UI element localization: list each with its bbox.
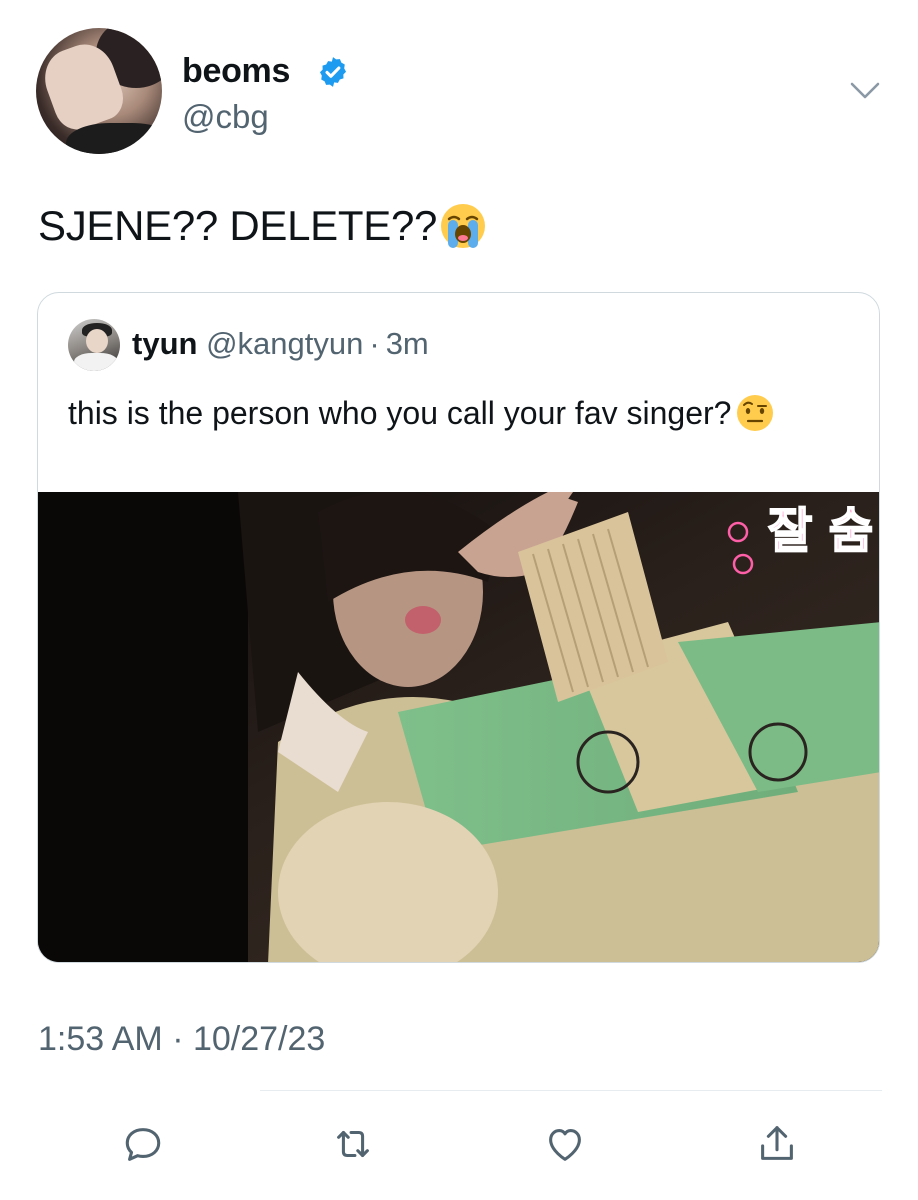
like-button[interactable] bbox=[542, 1121, 588, 1167]
quoted-author-avatar[interactable] bbox=[68, 319, 120, 371]
quoted-tweet-image[interactable]: 잘 숨 bbox=[38, 492, 880, 963]
retweet-button[interactable] bbox=[330, 1121, 376, 1167]
verified-badge-icon bbox=[319, 57, 347, 87]
separator-dot: · bbox=[369, 326, 380, 361]
reply-icon bbox=[125, 1128, 161, 1161]
reply-button[interactable] bbox=[120, 1121, 166, 1167]
loudly-crying-face-icon bbox=[441, 203, 486, 248]
avatar-face bbox=[86, 329, 108, 353]
tweet-text-content: SJENE?? DELETE?? bbox=[38, 202, 438, 249]
quoted-tweet-time: 3m bbox=[385, 326, 429, 361]
retweet-icon bbox=[337, 1130, 369, 1158]
quoted-tweet-card[interactable]: tyun @kangtyun · 3m this is the person who… bbox=[37, 292, 880, 963]
avatar-body bbox=[74, 353, 118, 371]
author-handle[interactable]: @cbg bbox=[182, 98, 269, 136]
quoted-tweet-header: tyun @kangtyun · 3m bbox=[132, 326, 429, 362]
quoted-tweet-text-content: this is the person who you call your fav… bbox=[68, 395, 732, 431]
divider bbox=[260, 1090, 882, 1091]
tweet-text: SJENE?? DELETE?? bbox=[38, 202, 487, 253]
image-overlay-text: 잘 숨 bbox=[768, 503, 873, 559]
quoted-author-handle[interactable]: @kangtyun bbox=[206, 326, 363, 361]
share-button[interactable] bbox=[754, 1121, 800, 1167]
raised-eyebrow-face-icon bbox=[737, 394, 774, 431]
author-name[interactable]: beoms bbox=[182, 52, 290, 91]
avatar-shirt bbox=[66, 123, 162, 154]
quoted-author-name[interactable]: tyun bbox=[132, 326, 197, 361]
quoted-tweet-text: this is the person who you call your fav… bbox=[68, 389, 848, 437]
chevron-down-icon[interactable] bbox=[848, 76, 882, 104]
author-avatar[interactable] bbox=[36, 28, 162, 154]
share-icon bbox=[761, 1126, 793, 1160]
tweet-timestamp[interactable]: 1:53 AM · 10/27/23 bbox=[38, 1020, 325, 1059]
like-icon bbox=[549, 1129, 581, 1161]
